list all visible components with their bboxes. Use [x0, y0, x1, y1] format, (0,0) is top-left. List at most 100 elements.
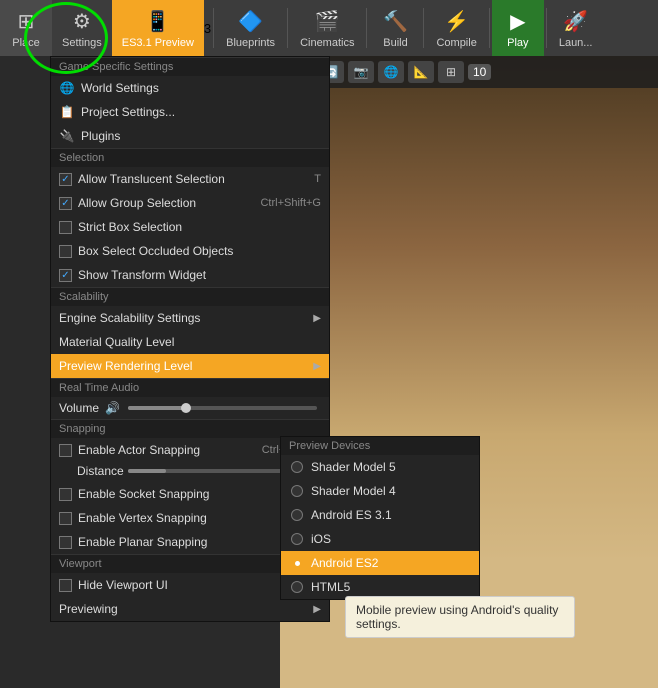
strict-box-label: Strict Box Selection [78, 220, 182, 234]
android-es31-item[interactable]: Android ES 3.1 [281, 503, 479, 527]
viewport-header: 👁 🔄 📷 🌐 📐 ⊞ 10 [280, 56, 658, 88]
toolbar-separator-2 [287, 8, 288, 48]
scalability-header: Scalability [51, 287, 329, 306]
vp-camera-btn[interactable]: 📷 [348, 61, 374, 83]
show-transform-checkbox[interactable] [59, 269, 72, 282]
project-settings-label: Project Settings... [81, 105, 175, 119]
world-settings-item[interactable]: 🌐 World Settings [51, 76, 329, 100]
shader-model-4-radio[interactable] [291, 485, 303, 497]
play-label: Play [507, 37, 528, 49]
selection-header: Selection [51, 148, 329, 167]
show-transform-item[interactable]: Show Transform Widget [51, 263, 329, 287]
android-es2-radio[interactable] [291, 557, 303, 569]
place-button[interactable]: ⊞ Place [0, 0, 52, 56]
ios-radio[interactable] [291, 533, 303, 545]
shader-model-5-item[interactable]: Shader Model 5 [281, 455, 479, 479]
android-es31-label: Android ES 3.1 [311, 508, 392, 522]
game-specific-header: Game Specific Settings [51, 57, 329, 76]
allow-group-item[interactable]: Allow Group Selection Ctrl+Shift+G [51, 191, 329, 215]
play-button[interactable]: ▶ Play [492, 0, 544, 56]
preview-rendering-arrow: ▶ [313, 361, 321, 372]
html5-label: HTML5 [311, 580, 350, 594]
preview-rendering-item[interactable]: Preview Rendering Level ▶ [51, 354, 329, 378]
shader-model-5-radio[interactable] [291, 461, 303, 473]
show-transform-label: Show Transform Widget [78, 268, 206, 282]
shader-model-4-item[interactable]: Shader Model 4 [281, 479, 479, 503]
enable-actor-snapping-checkbox[interactable] [59, 444, 72, 457]
shader-model-5-label: Shader Model 5 [311, 460, 396, 474]
allow-translucent-shortcut: T [314, 173, 321, 185]
compile-icon: ⚡ [443, 7, 471, 35]
toolbar-separator-1 [213, 8, 214, 48]
android-es31-radio[interactable] [291, 509, 303, 521]
ios-label: iOS [311, 532, 331, 546]
launch-label: Laun... [559, 37, 593, 49]
volume-slider-track[interactable] [128, 406, 317, 410]
strict-box-item[interactable]: Strict Box Selection [51, 215, 329, 239]
strict-box-checkbox[interactable] [59, 221, 72, 234]
enable-socket-snapping-checkbox[interactable] [59, 488, 72, 501]
preview-rendering-label: Preview Rendering Level [59, 359, 192, 373]
allow-translucent-item[interactable]: Allow Translucent Selection T [51, 167, 329, 191]
enable-planar-snapping-label: Enable Planar Snapping [78, 535, 207, 549]
android-es2-tooltip: Mobile preview using Android's quality s… [345, 596, 575, 638]
plugins-item[interactable]: 🔌 Plugins [51, 124, 329, 148]
launch-button[interactable]: 🚀 Laun... [549, 0, 603, 56]
settings-label: Settings [62, 37, 102, 49]
es31preview-btn-wrap[interactable]: 📱 ES3.1 Preview 3 [112, 0, 211, 56]
engine-scalability-arrow: ▶ [313, 313, 321, 324]
project-settings-item[interactable]: 📋 Project Settings... [51, 100, 329, 124]
allow-translucent-label: Allow Translucent Selection [78, 172, 225, 186]
enable-planar-snapping-checkbox[interactable] [59, 536, 72, 549]
distance-label: Distance [77, 464, 124, 478]
vp-ruler-btn[interactable]: 📐 [408, 61, 434, 83]
html5-radio[interactable] [291, 581, 303, 593]
vp-grid-btn[interactable]: ⊞ [438, 61, 464, 83]
material-quality-item[interactable]: Material Quality Level [51, 330, 329, 354]
allow-group-label: Allow Group Selection [78, 196, 196, 210]
build-button[interactable]: 🔨 Build [369, 0, 421, 56]
place-btn-wrap[interactable]: ⊞ Place [0, 0, 52, 56]
plugins-label: Plugins [81, 129, 120, 143]
allow-group-shortcut: Ctrl+Shift+G [260, 197, 321, 209]
android-es2-label: Android ES2 [311, 556, 378, 570]
allow-group-checkbox[interactable] [59, 197, 72, 210]
enable-actor-snapping-label: Enable Actor Snapping [78, 443, 200, 457]
previewing-arrow: ▶ [313, 604, 321, 615]
play-icon: ▶ [504, 7, 532, 35]
settings-btn-wrap[interactable]: ⚙ Settings [52, 0, 112, 56]
vp-number: 10 [468, 64, 491, 80]
android-es2-item[interactable]: Android ES2 [281, 551, 479, 575]
settings-button[interactable]: ⚙ Settings [52, 0, 112, 56]
box-select-occluded-label: Box Select Occluded Objects [78, 244, 233, 258]
enable-vertex-snapping-checkbox[interactable] [59, 512, 72, 525]
previewing-item[interactable]: Previewing ▶ [51, 597, 329, 621]
distance-slider-fill [128, 469, 167, 473]
hide-viewport-ui-checkbox[interactable] [59, 579, 72, 592]
volume-slider-thumb[interactable] [181, 403, 191, 413]
box-select-occluded-item[interactable]: Box Select Occluded Objects [51, 239, 329, 263]
volume-slider-fill [128, 406, 185, 410]
engine-scalability-item[interactable]: Engine Scalability Settings ▶ [51, 306, 329, 330]
blueprints-button[interactable]: 🔷 Blueprints [216, 0, 285, 56]
es31preview-badge: 3 [204, 21, 211, 36]
es31preview-button[interactable]: 📱 ES3.1 Preview [112, 0, 204, 56]
place-icon: ⊞ [12, 7, 40, 35]
ios-item[interactable]: iOS [281, 527, 479, 551]
main-toolbar: ⊞ Place ⚙ Settings 📱 ES3.1 Preview 3 🔷 B… [0, 0, 658, 56]
box-select-occluded-checkbox[interactable] [59, 245, 72, 258]
es31preview-icon: 📱 [144, 7, 172, 35]
vp-globe-btn[interactable]: 🌐 [378, 61, 404, 83]
preview-devices-submenu: Preview Devices Shader Model 5 Shader Mo… [280, 436, 480, 600]
real-time-audio-header: Real Time Audio [51, 378, 329, 397]
volume-label: Volume [59, 401, 99, 415]
compile-button[interactable]: ⚡ Compile [426, 0, 486, 56]
toolbar-separator-4 [423, 8, 424, 48]
project-settings-icon: 📋 [59, 104, 75, 120]
place-label: Place [12, 37, 40, 49]
toolbar-separator-3 [366, 8, 367, 48]
cinematics-button[interactable]: 🎬 Cinematics [290, 0, 364, 56]
tooltip-text: Mobile preview using Android's quality s… [356, 603, 558, 631]
build-label: Build [383, 37, 407, 49]
allow-translucent-checkbox[interactable] [59, 173, 72, 186]
